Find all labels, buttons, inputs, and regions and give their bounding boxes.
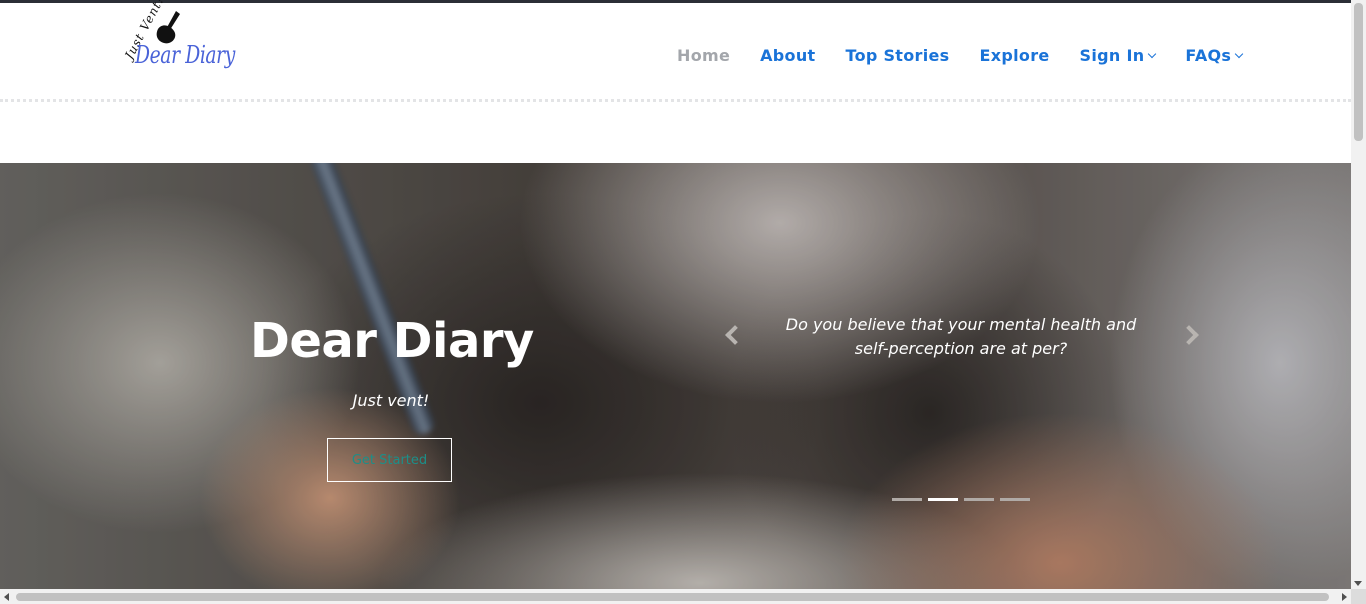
carousel-indicators <box>892 498 1036 501</box>
chevron-down-icon <box>1234 49 1244 59</box>
nav-label: Home <box>677 46 731 65</box>
nav-about[interactable]: About <box>760 46 815 65</box>
chevron-down-icon <box>1148 49 1157 59</box>
hero-overlay <box>0 163 1351 590</box>
nav-explore[interactable]: Explore <box>980 46 1050 65</box>
nav-label: Explore <box>979 46 1050 65</box>
hero-title: Dear Diary <box>250 313 534 369</box>
header-divider <box>0 99 1351 102</box>
scroll-right-icon[interactable] <box>1342 593 1347 601</box>
horizontal-scroll-thumb[interactable] <box>16 593 1329 601</box>
site-header: Just Vent! Dear Diary Home About Top Sto… <box>0 0 1351 100</box>
nav-sign-in[interactable]: Sign In <box>1079 46 1157 65</box>
scrollbar-corner <box>1351 589 1366 604</box>
get-started-button[interactable]: Get Started <box>327 438 452 482</box>
horizontal-scrollbar[interactable] <box>0 589 1366 604</box>
nav-home[interactable]: Home <box>677 46 730 65</box>
scroll-down-icon[interactable] <box>1354 581 1362 586</box>
carousel-quote: Do you believe that your mental health a… <box>785 315 1137 358</box>
carousel-indicator[interactable] <box>964 498 994 501</box>
site-logo[interactable]: Just Vent! Dear Diary <box>118 0 235 79</box>
nav-label: FAQs <box>1185 46 1232 65</box>
nav-label: Top Stories <box>845 46 950 65</box>
hero-subtitle: Just vent! <box>352 391 430 410</box>
main-nav: Home About Top Stories Explore Sign In F… <box>677 46 1272 65</box>
carousel-indicator[interactable] <box>892 498 922 501</box>
carousel-indicator-active[interactable] <box>928 498 958 501</box>
logo-text: Dear Diary <box>135 41 235 69</box>
nav-label: Sign In <box>1079 46 1145 65</box>
scroll-left-icon[interactable] <box>4 593 9 601</box>
vertical-scroll-thumb[interactable] <box>1354 3 1363 141</box>
vertical-scrollbar[interactable] <box>1351 0 1366 589</box>
nav-label: About <box>760 46 816 65</box>
nav-top-stories[interactable]: Top Stories <box>845 46 949 65</box>
nav-faqs[interactable]: FAQs <box>1185 46 1244 65</box>
hero-carousel: Dear Diary Just vent! Get Started Do you… <box>0 163 1351 590</box>
carousel-indicator[interactable] <box>1000 498 1030 501</box>
